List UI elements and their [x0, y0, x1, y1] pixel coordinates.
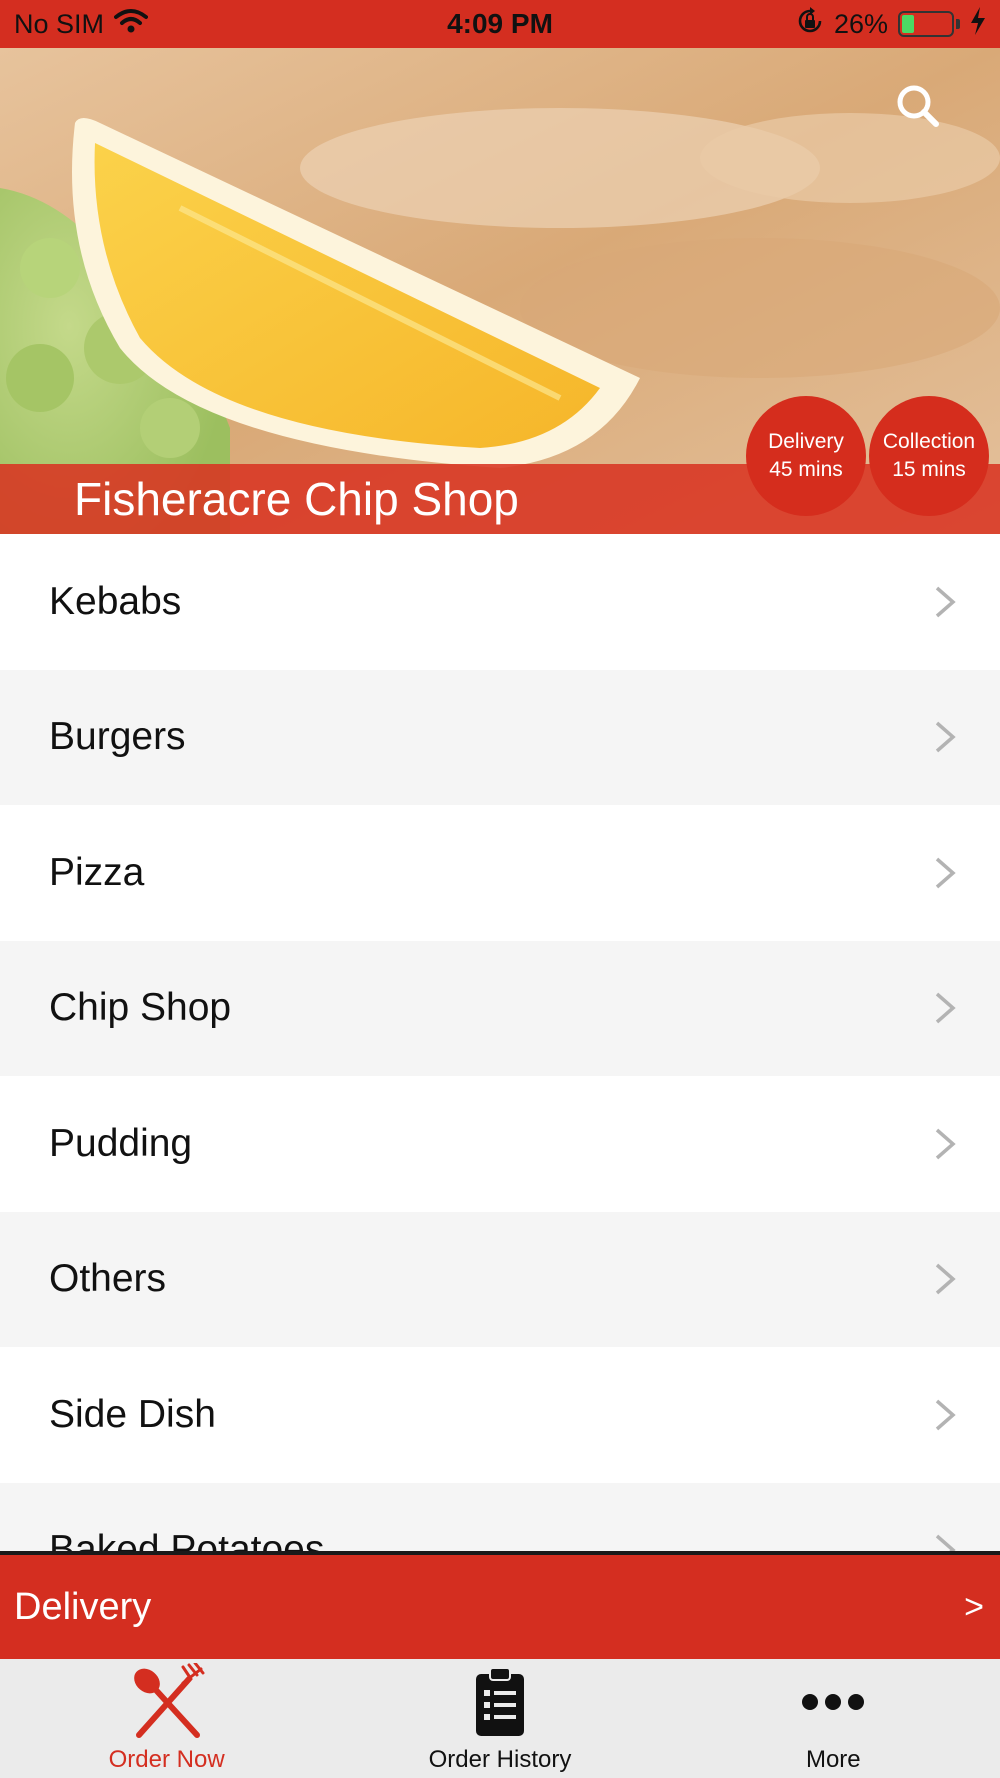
- menu-item-label: Chip Shop: [49, 986, 232, 1030]
- more-dots-icon: [801, 1662, 865, 1742]
- carrier-label: No SIM: [14, 8, 105, 39]
- menu-item-pizza[interactable]: Pizza: [0, 805, 1000, 941]
- collection-badge-time: 15 mins: [892, 458, 966, 481]
- delivery-arrow: >: [964, 1587, 984, 1626]
- menu-item-pudding[interactable]: Pudding: [0, 1076, 1000, 1212]
- clipboard-list-icon: [474, 1662, 526, 1742]
- hero-banner-image: Fisheracre Chip Shop Delivery 45 mins Co…: [0, 48, 1000, 534]
- search-icon: [897, 85, 939, 127]
- delivery-time-badge: Delivery 45 mins: [746, 396, 866, 516]
- collection-time-badge: Collection 15 mins: [869, 396, 989, 516]
- wifi-icon: [114, 8, 149, 41]
- battery-percent: 26%: [833, 8, 888, 39]
- chevron-right-icon: [935, 1128, 956, 1160]
- delivery-badge-time: 45 mins: [769, 458, 843, 481]
- search-button[interactable]: [890, 78, 946, 134]
- tab-order-history[interactable]: Order History: [333, 1659, 666, 1778]
- menu-item-chip-shop[interactable]: Chip Shop: [0, 940, 1000, 1076]
- tab-label: Order History: [428, 1746, 572, 1773]
- tab-label: More: [805, 1746, 861, 1773]
- tab-more[interactable]: More: [667, 1659, 1000, 1778]
- battery-icon: [898, 11, 960, 37]
- fork-knife-icon: [127, 1662, 207, 1742]
- chevron-right-icon: [935, 586, 956, 618]
- chevron-right-icon: [935, 992, 956, 1024]
- delivery-badge-label: Delivery: [768, 430, 844, 453]
- chevron-right-icon: [935, 1399, 956, 1431]
- menu-item-burgers[interactable]: Burgers: [0, 669, 1000, 805]
- menu-item-label: Burgers: [49, 715, 186, 759]
- chevron-right-icon: [935, 857, 956, 889]
- menu-item-label: Pudding: [49, 1121, 193, 1165]
- menu-item-baked-potatoes[interactable]: Baked Potatoes: [0, 1482, 1000, 1554]
- tab-bar: Order Now Order History More: [0, 1659, 1000, 1778]
- status-right: 26%: [796, 6, 986, 42]
- charging-icon: [970, 6, 986, 42]
- menu-item-others[interactable]: Others: [0, 1211, 1000, 1347]
- menu-item-label: Side Dish: [49, 1392, 216, 1436]
- menu-category-list[interactable]: Kebabs Burgers Pizza Chip Shop Pudding O…: [0, 534, 1000, 1554]
- status-bar: No SIM 4:09 PM 26%: [0, 0, 1000, 48]
- chevron-right-icon: [935, 1263, 956, 1295]
- shop-name: Fisheracre Chip Shop: [74, 473, 519, 525]
- delivery-mode-label: Delivery: [14, 1585, 152, 1628]
- menu-item-label: Others: [49, 1257, 167, 1301]
- menu-item-label: Pizza: [49, 850, 145, 894]
- delivery-mode-button[interactable]: Delivery >: [0, 1555, 1000, 1659]
- status-left: No SIM: [14, 8, 149, 41]
- menu-item-kebabs[interactable]: Kebabs: [0, 534, 1000, 670]
- menu-item-label: Kebabs: [49, 579, 182, 623]
- rotation-lock-icon: [796, 6, 824, 42]
- chevron-right-icon: [935, 721, 956, 753]
- tab-order-now[interactable]: Order Now: [0, 1659, 333, 1778]
- tab-label: Order Now: [108, 1746, 225, 1773]
- menu-item-side-dish[interactable]: Side Dish: [0, 1347, 1000, 1483]
- collection-badge-label: Collection: [882, 430, 976, 453]
